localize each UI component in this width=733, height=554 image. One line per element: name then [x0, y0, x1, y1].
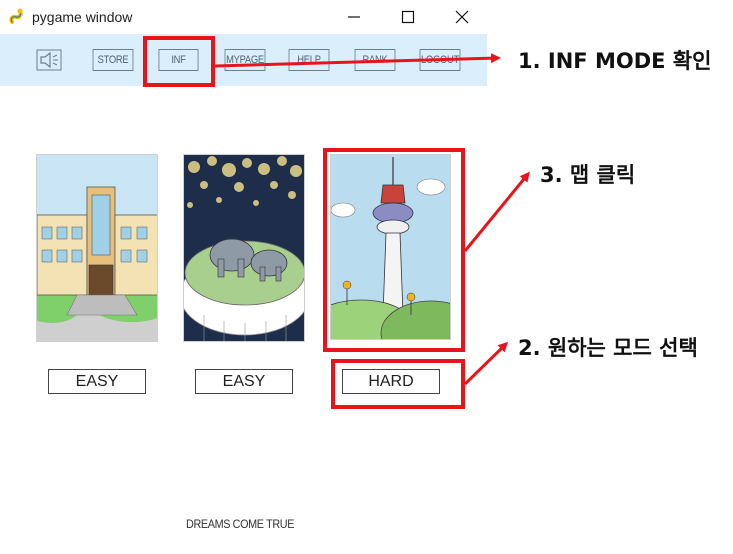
- arrow-step2: [463, 341, 509, 386]
- annotation-step2: 2. 원하는 모드 선택: [518, 336, 698, 360]
- annotation-arrows: [214, 53, 530, 386]
- arrow-step3: [463, 171, 530, 252]
- annotation-step1: 1. INF MODE 확인: [518, 49, 712, 73]
- arrow-step1: [214, 53, 501, 68]
- annotation-step3: 3. 맵 클릭: [540, 163, 636, 187]
